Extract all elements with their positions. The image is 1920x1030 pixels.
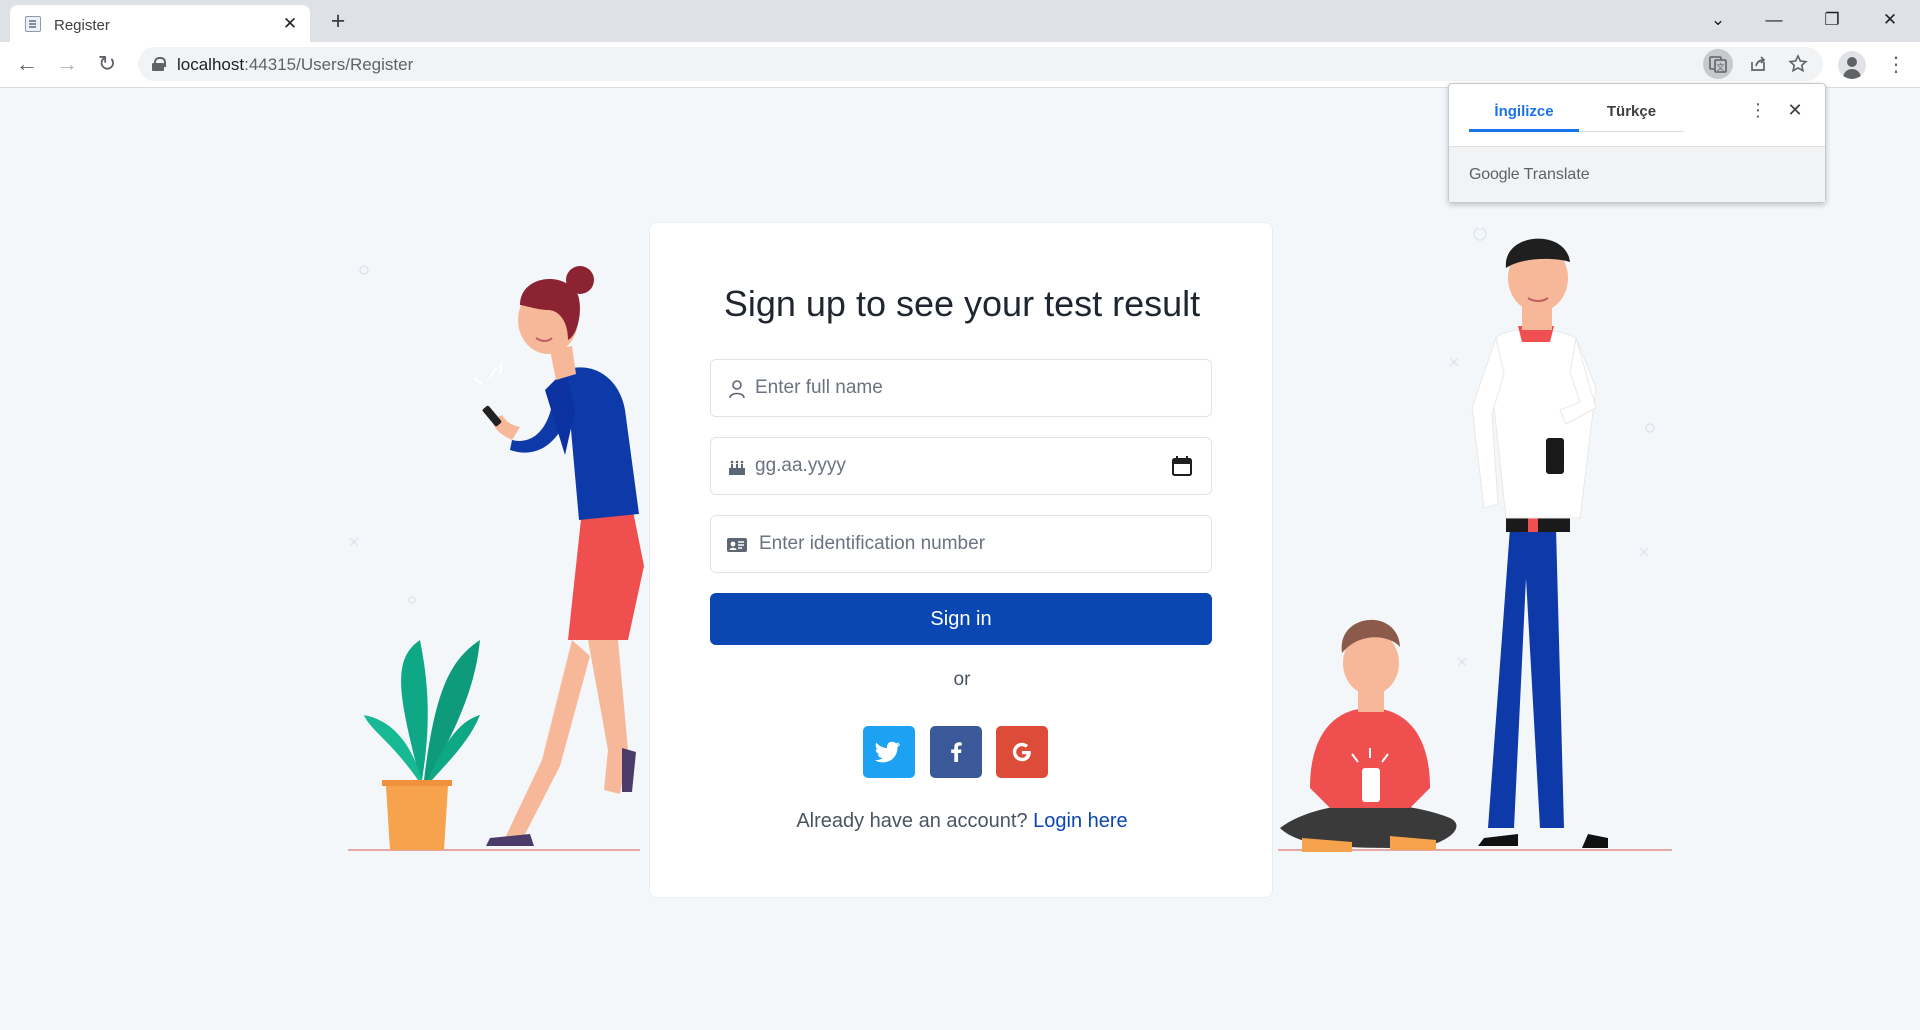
lock-icon[interactable] (152, 57, 166, 71)
browser-toolbar: ← → ↻ localhost:44315/Users/Register 文 ⋮ (0, 42, 1920, 88)
fullname-field[interactable] (710, 359, 1212, 417)
already-account-text: Already have an account? (796, 810, 1028, 832)
twitter-icon (874, 741, 900, 763)
reload-icon[interactable]: ↻ (92, 49, 122, 79)
or-divider: or (953, 669, 971, 690)
calendar-icon[interactable] (1171, 455, 1193, 477)
restore-icon[interactable]: ❐ (1810, 6, 1854, 34)
translate-close-icon[interactable]: ✕ (1782, 97, 1808, 123)
woman-illustration (348, 265, 644, 851)
page-favicon-icon (25, 16, 41, 32)
login-link[interactable]: Login here (1033, 810, 1128, 832)
profile-icon[interactable] (1838, 51, 1866, 79)
kebab-menu-icon[interactable]: ⋮ (1882, 51, 1910, 79)
sign-in-button[interactable]: Sign in (710, 593, 1212, 645)
close-window-icon[interactable]: ✕ (1868, 6, 1912, 34)
google-button[interactable] (996, 726, 1048, 778)
translate-footer: Google Translate (1449, 146, 1825, 202)
svg-text:文: 文 (1717, 62, 1725, 72)
translate-popup: İngilizce Türkçe ⋮ ✕ Google Translate (1448, 83, 1826, 203)
login-prompt: Already have an account? Login here (650, 810, 1274, 833)
cake-icon (729, 460, 745, 475)
address-bar[interactable]: localhost:44315/Users/Register 文 (138, 47, 1823, 81)
translate-icon[interactable]: 文 (1703, 49, 1733, 79)
tab-source-language[interactable]: İngilizce (1469, 100, 1579, 132)
people-illustration (1278, 228, 1672, 852)
brand-translate: Translate (1523, 166, 1590, 183)
new-tab-icon[interactable]: + (325, 8, 351, 34)
tab-close-icon[interactable]: ✕ (280, 14, 300, 34)
identification-field[interactable] (710, 515, 1212, 573)
page-title: Sign up to see your test result (723, 283, 1201, 324)
share-icon[interactable] (1743, 49, 1773, 79)
browser-tab[interactable]: Register ✕ (10, 5, 310, 42)
back-icon[interactable]: ← (12, 49, 42, 79)
tab-title: Register (54, 17, 110, 34)
twitter-button[interactable] (863, 726, 915, 778)
tab-search-icon[interactable]: ⌄ (1696, 6, 1740, 34)
birthdate-input[interactable] (755, 447, 1135, 485)
identification-input[interactable] (759, 525, 1139, 563)
minimize-icon[interactable]: — (1752, 6, 1796, 34)
user-icon (729, 380, 745, 399)
signup-card: Sign up to see your test result Sign in … (649, 222, 1273, 898)
google-translate-brand: Google Translate (1469, 166, 1590, 184)
brand-google: Google (1469, 166, 1520, 183)
fullname-input[interactable] (755, 369, 1135, 407)
tab-strip: Register ✕ + ⌄ — ❐ ✕ (0, 0, 1920, 42)
star-icon[interactable] (1783, 49, 1813, 79)
facebook-icon (951, 742, 962, 762)
id-card-icon (727, 538, 747, 552)
url-path: :44315/Users/Register (244, 55, 414, 74)
google-icon (1012, 742, 1031, 762)
forward-icon[interactable]: → (52, 49, 82, 79)
birthdate-field[interactable] (710, 437, 1212, 495)
facebook-button[interactable] (930, 726, 982, 778)
translate-options-icon[interactable]: ⋮ (1745, 97, 1771, 123)
url-text[interactable]: localhost:44315/Users/Register (177, 55, 413, 75)
url-host: localhost (177, 55, 245, 74)
tab-target-language[interactable]: Türkçe (1579, 100, 1684, 132)
